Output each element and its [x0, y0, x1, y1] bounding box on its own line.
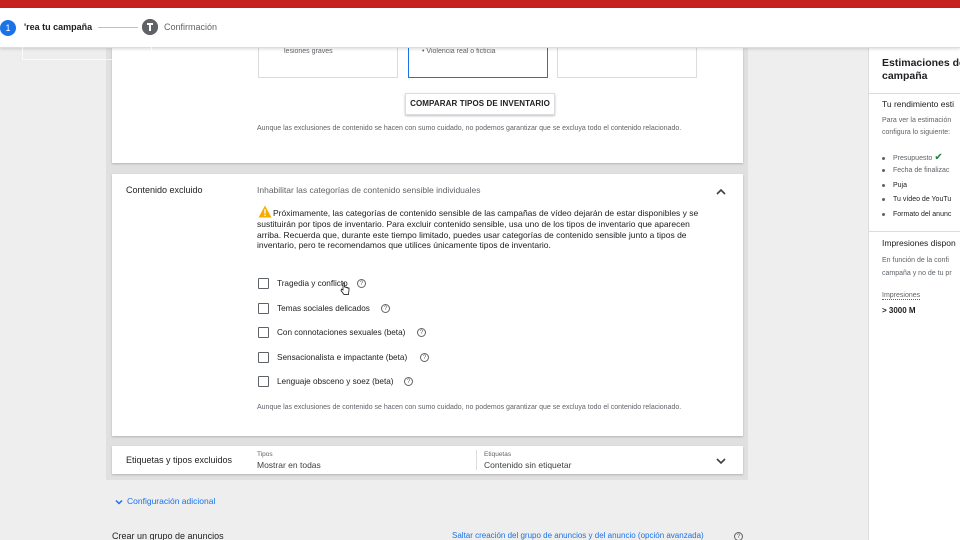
requirement-end-date: Fecha de finalizac [882, 167, 949, 174]
checkbox[interactable] [258, 376, 269, 387]
option-label: Sensacionalista e impactante (beta) [277, 353, 408, 362]
excluded-content-title: Contenido excluido [126, 185, 203, 195]
option-label: Lenguaje obsceno y soez (beta) [277, 377, 394, 386]
top-brand-bar [0, 0, 960, 8]
step-1-indicator[interactable]: 1 [0, 20, 16, 36]
inventory-option-text: • Violencia real o ficticia [422, 48, 496, 55]
step-2-label[interactable]: Confirmación [164, 22, 217, 32]
option-label: Con connotaciones sexuales (beta) [277, 328, 406, 337]
skip-ad-group-link[interactable]: Saltar creación del grupo de anuncios y … [452, 531, 704, 540]
types-value: Mostrar en todas [257, 460, 321, 470]
step-1-label[interactable]: 'rea tu campaña [24, 22, 92, 32]
checkmark-icon: ✔ [934, 152, 943, 163]
campaign-estimates-panel: Estimaciones de campaña Tu rendimiento e… [868, 48, 960, 540]
inventory-option-standard[interactable]: • Violencia real o ficticia [408, 48, 548, 78]
inventory-option-limited[interactable] [557, 48, 697, 78]
requirement-youtube-video: Tu vídeo de YouTu [882, 196, 951, 203]
checkbox[interactable] [258, 278, 269, 289]
labels-value: Contenido sin etiquetar [484, 460, 572, 470]
additional-config-link[interactable]: Configuración adicional [127, 496, 215, 506]
requirement-ad-format: Formato del anunc [882, 211, 951, 218]
labels-types-title: Etiquetas y tipos excluidos [126, 455, 233, 465]
help-icon[interactable]: ? [404, 377, 413, 386]
checkbox[interactable] [258, 303, 269, 314]
performance-intro-line2: configura lo siguiente: [882, 129, 951, 136]
estimates-title: Estimaciones de campaña [882, 57, 960, 82]
performance-intro-line1: Para ver la estimación [882, 117, 952, 124]
step-connector [98, 27, 138, 28]
impressions-label[interactable]: Impresiones [882, 292, 921, 300]
create-ad-group-title: Crear un grupo de anuncios [112, 531, 224, 540]
option-label: Temas sociales delicados [277, 304, 370, 313]
impressions-title: Impresiones dispon [882, 238, 956, 248]
inventory-types-card: lesiones graves • Violencia real o ficti… [112, 48, 743, 163]
help-icon[interactable]: ? [381, 304, 390, 313]
labels-types-card[interactable]: Etiquetas y tipos excluidos Tipos Mostra… [112, 446, 743, 474]
compare-inventory-button[interactable]: COMPARAR TIPOS DE INVENTARIO [405, 93, 555, 115]
requirement-budget: Presupuesto ✔ [882, 152, 943, 163]
help-icon[interactable]: ? [357, 279, 366, 288]
checkbox[interactable] [258, 352, 269, 363]
chevron-up-icon[interactable] [715, 186, 727, 198]
option-label: Tragedia y conflicto [277, 279, 348, 288]
help-icon[interactable]: ? [420, 353, 429, 362]
help-icon[interactable]: ? [417, 328, 426, 337]
help-icon[interactable]: ? [734, 532, 743, 540]
inventory-disclaimer: Aunque las exclusiones de contenido se h… [257, 125, 682, 132]
labels-caption: Etiquetas [484, 451, 512, 458]
warning-message: Próximamente, las categorías de contenid… [257, 208, 699, 251]
inventory-option-expanded[interactable]: lesiones graves [258, 48, 398, 78]
performance-title: Tu rendimiento esti [882, 99, 954, 109]
checkbox[interactable] [258, 327, 269, 338]
campaign-stepper: 1 'rea tu campaña Confirmación [0, 8, 960, 48]
panel-divider [869, 231, 960, 232]
excluded-disclaimer: Aunque las exclusiones de contenido se h… [257, 404, 682, 411]
excluded-content-subtitle: Inhabilitar las categorías de contenido … [257, 185, 481, 195]
chevron-down-icon [115, 499, 123, 505]
chevron-down-icon[interactable] [715, 455, 727, 467]
step-2-indicator[interactable] [142, 19, 158, 35]
hand-cursor-icon [340, 282, 350, 295]
flag-icon [142, 19, 158, 35]
requirement-bid: Puja [882, 182, 907, 189]
watermark-overlay [22, 44, 152, 60]
field-divider [476, 450, 477, 470]
types-caption: Tipos [257, 451, 273, 458]
panel-divider [869, 93, 960, 94]
inventory-option-text: lesiones graves [284, 48, 333, 55]
excluded-content-card: Contenido excluido Inhabilitar las categ… [112, 174, 743, 436]
impressions-desc-line2: campaña y no de tu pr [882, 270, 952, 277]
impressions-desc-line1: En función de la confi [882, 257, 949, 264]
impressions-value: > 3000 M [882, 306, 916, 315]
